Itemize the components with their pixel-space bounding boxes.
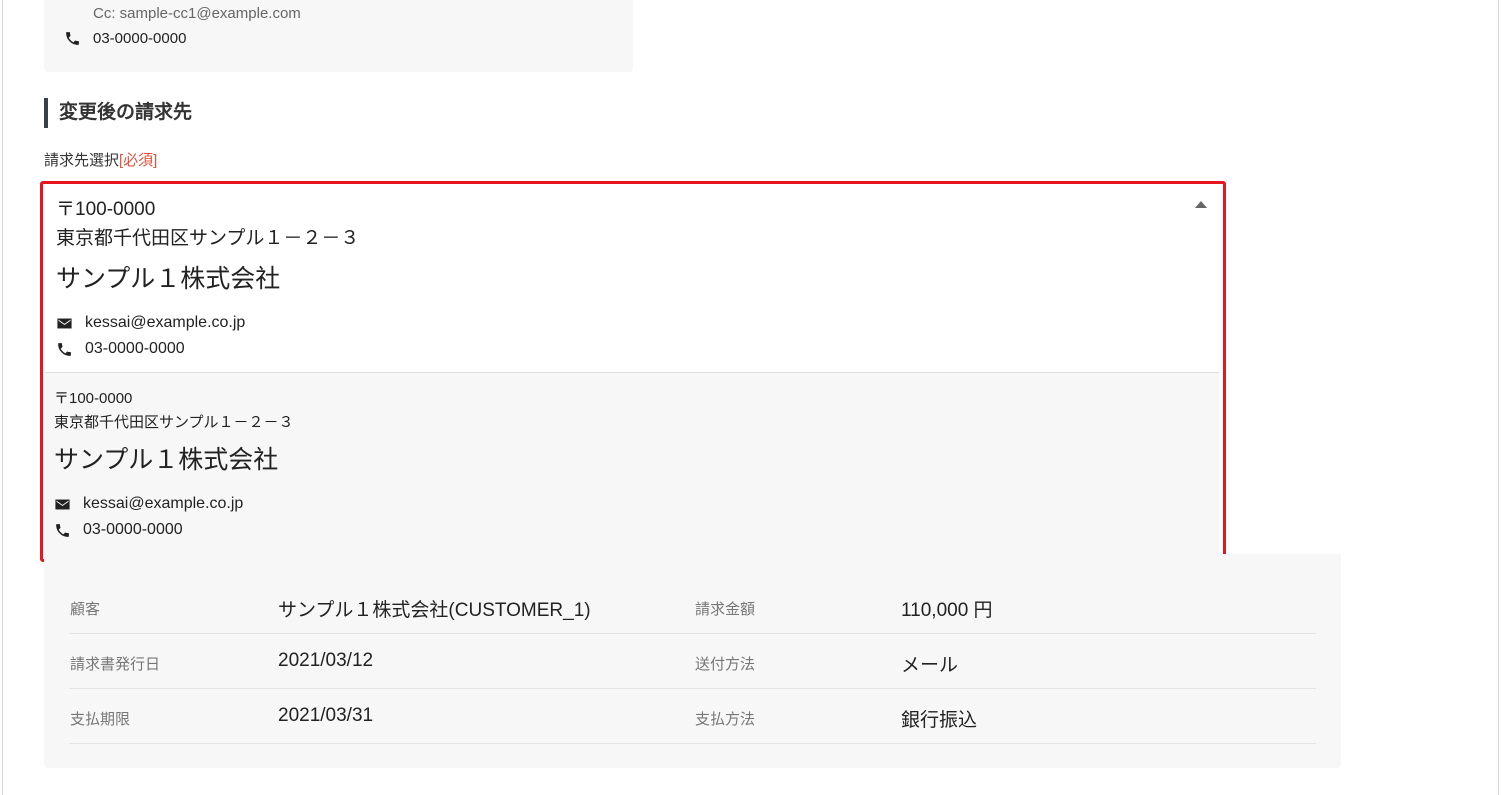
- billing-select-menu: 〒100-0000 東京都千代田区サンプル１－２－３ サンプル１株式会社 kes…: [45, 372, 1219, 557]
- selected-phone: 03-0000-0000: [85, 340, 185, 357]
- section-title: 変更後の請求先: [44, 98, 192, 128]
- selected-company: サンプル１株式会社: [56, 265, 281, 293]
- option-email-row: kessai@example.co.jp: [54, 491, 1194, 517]
- option-address: 東京都千代田区サンプル１－２－３: [54, 414, 294, 431]
- summary-key: 支払期限: [70, 711, 131, 728]
- previous-billing-card: Cc: sample-cc1@example.com 03-0000-0000: [44, 0, 633, 72]
- selected-email: kessai@example.co.jp: [85, 314, 246, 331]
- previous-cc-email: Cc: sample-cc1@example.com: [93, 5, 301, 22]
- caret-up-icon[interactable]: [1195, 201, 1207, 208]
- phone-icon: [56, 341, 73, 358]
- summary-value: サンプル１株式会社(CUSTOMER_1): [278, 600, 591, 621]
- summary-value: 2021/03/31: [278, 705, 374, 726]
- summary-value: メール: [901, 655, 959, 676]
- summary-value: 2021/03/12: [278, 650, 374, 671]
- option-phone: 03-0000-0000: [83, 521, 183, 538]
- summary-row-customer: 顧客 サンプル１株式会社(CUSTOMER_1) 請求金額 110,000 円: [69, 578, 1316, 634]
- summary-key: 顧客: [70, 601, 101, 618]
- summary-row-issue-date: 請求書発行日 2021/03/12 送付方法 メール: [69, 633, 1316, 689]
- selected-email-row: kessai@example.co.jp: [56, 310, 1196, 336]
- previous-phone-row: 03-0000-0000: [64, 30, 186, 47]
- summary-value: 銀行振込: [901, 710, 978, 731]
- billing-select-label: 請求先選択[必須]: [44, 149, 157, 170]
- selected-contact: kessai@example.co.jp 03-0000-0000: [56, 310, 1196, 362]
- selected-phone-row: 03-0000-0000: [56, 336, 1196, 362]
- summary-row-due-date: 支払期限 2021/03/31 支払方法 銀行振込: [69, 688, 1316, 744]
- option-email: kessai@example.co.jp: [83, 495, 244, 512]
- selected-address: 東京都千代田区サンプル１－２－３: [56, 228, 360, 249]
- summary-key: 送付方法: [695, 656, 756, 673]
- envelope-icon: [56, 315, 73, 332]
- summary-key: 請求書発行日: [70, 656, 161, 673]
- frame-border-right: [1498, 0, 1499, 795]
- option-company: サンプル１株式会社: [54, 446, 279, 474]
- previous-phone-number: 03-0000-0000: [93, 30, 187, 47]
- billing-select-label-text: 請求先選択: [44, 152, 120, 169]
- frame-border-left: [2, 0, 3, 795]
- summary-value: 110,000 円: [901, 600, 993, 621]
- selected-zip: 〒100-0000: [56, 199, 156, 220]
- envelope-icon: [54, 496, 71, 513]
- required-marker: [必須]: [119, 152, 158, 169]
- billing-option[interactable]: 〒100-0000 東京都千代田区サンプル１－２－３ サンプル１株式会社 kes…: [54, 387, 1194, 543]
- option-phone-row: 03-0000-0000: [54, 517, 1194, 543]
- phone-icon: [64, 30, 81, 47]
- summary-key: 支払方法: [695, 711, 756, 728]
- invoice-summary: 顧客 サンプル１株式会社(CUSTOMER_1) 請求金額 110,000 円 …: [44, 554, 1341, 768]
- selected-billing-value[interactable]: 〒100-0000 東京都千代田区サンプル１－２－３ サンプル１株式会社 kes…: [56, 196, 1196, 362]
- billing-select-dropdown[interactable]: 〒100-0000 東京都千代田区サンプル１－２－３ サンプル１株式会社 kes…: [40, 181, 1226, 562]
- summary-key: 請求金額: [695, 601, 756, 618]
- option-contact: kessai@example.co.jp 03-0000-0000: [54, 491, 1194, 543]
- option-zip: 〒100-0000: [54, 390, 133, 407]
- phone-icon: [54, 522, 71, 539]
